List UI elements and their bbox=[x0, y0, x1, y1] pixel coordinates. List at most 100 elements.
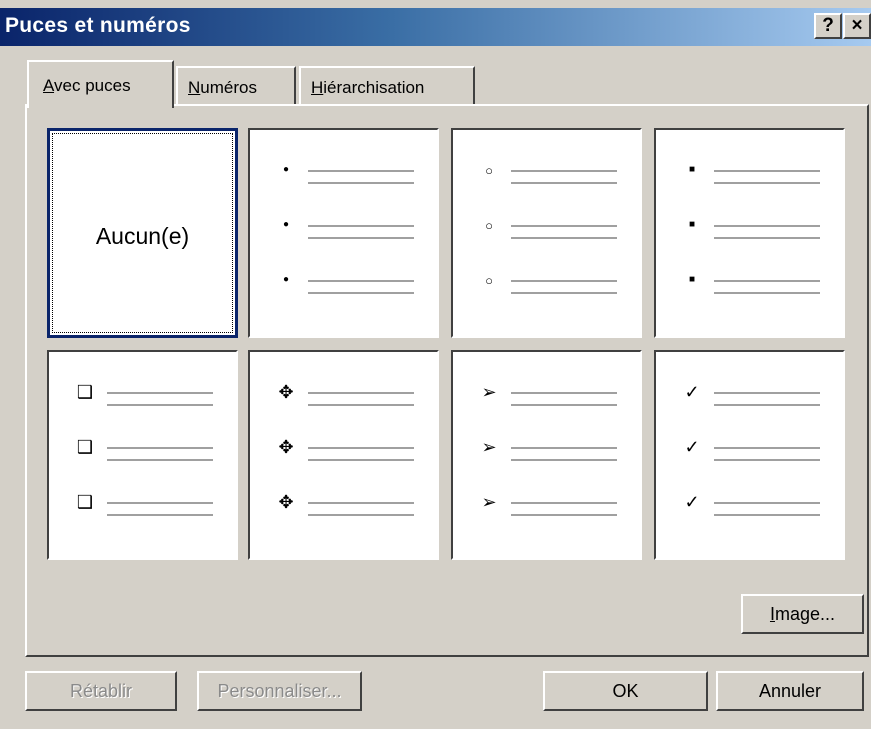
tab-hierarchisation[interactable]: Hiérarchisation bbox=[299, 66, 475, 104]
bullet-glyph-icon: ○ bbox=[485, 217, 493, 233]
preview-line bbox=[714, 459, 820, 461]
preview-line bbox=[308, 447, 414, 449]
bullet-glyph-icon: ✓ bbox=[684, 437, 700, 457]
preview-line bbox=[714, 237, 820, 239]
preview-row: ■ bbox=[656, 270, 843, 310]
tab-access-key: A bbox=[43, 76, 55, 95]
help-button[interactable]: ? bbox=[814, 13, 842, 39]
preview-row: ○ bbox=[453, 270, 640, 310]
bullet-glyph-icon: ○ bbox=[485, 272, 493, 288]
preview-line bbox=[511, 182, 617, 184]
ok-button[interactable]: OK bbox=[543, 671, 708, 711]
preview-line bbox=[511, 514, 617, 516]
preview-line bbox=[511, 237, 617, 239]
preview-line bbox=[308, 225, 414, 227]
bullet-style-round[interactable]: ● ● ● bbox=[248, 128, 439, 338]
button-label: mage... bbox=[774, 604, 836, 624]
bullet-style-circle[interactable]: ○ ○ ○ bbox=[451, 128, 642, 338]
preview-line bbox=[107, 502, 213, 504]
bullet-style-square[interactable]: ■ ■ ■ bbox=[654, 128, 845, 338]
preview-row: ➢ bbox=[453, 382, 640, 422]
preview-line bbox=[308, 170, 414, 172]
bullet-style-diamonds[interactable]: ✥ ✥ ✥ bbox=[248, 350, 439, 560]
reset-button[interactable]: Rétablir bbox=[25, 671, 177, 711]
preview-row: ❑ bbox=[49, 382, 236, 422]
bullet-glyph-icon: ● bbox=[282, 219, 290, 230]
preview-line bbox=[714, 392, 820, 394]
preview-line bbox=[308, 182, 414, 184]
bullet-glyph-icon: ■ bbox=[688, 274, 696, 285]
tab-label: vec puces bbox=[54, 76, 131, 95]
preview-row: ■ bbox=[656, 215, 843, 255]
bullet-glyph-icon: ➢ bbox=[481, 437, 497, 457]
preview-line bbox=[308, 392, 414, 394]
bullet-style-check[interactable]: ✓ ✓ ✓ bbox=[654, 350, 845, 560]
preview-line bbox=[511, 459, 617, 461]
bullet-glyph-icon: ■ bbox=[688, 219, 696, 230]
preview-line bbox=[511, 280, 617, 282]
preview-line bbox=[714, 182, 820, 184]
preview-row: ➢ bbox=[453, 492, 640, 532]
bullet-glyph-icon: ❑ bbox=[76, 492, 94, 512]
customize-button[interactable]: Personnaliser... bbox=[197, 671, 362, 711]
preview-row: ❑ bbox=[49, 492, 236, 532]
preview-line bbox=[107, 447, 213, 449]
tab-label: iérarchisation bbox=[323, 78, 425, 97]
bullet-glyph-icon: ❑ bbox=[76, 437, 94, 457]
bullet-glyph-icon: ○ bbox=[485, 162, 493, 178]
preview-row: ○ bbox=[453, 160, 640, 200]
bullet-glyph-icon: ❑ bbox=[76, 382, 94, 402]
preview-row: ✥ bbox=[250, 492, 437, 532]
preview-line bbox=[714, 170, 820, 172]
preview-line bbox=[511, 404, 617, 406]
bullet-style-arrow[interactable]: ➢ ➢ ➢ bbox=[451, 350, 642, 560]
preview-row: ● bbox=[250, 215, 437, 255]
bullet-glyph-icon: ✓ bbox=[684, 492, 700, 512]
preview-line bbox=[511, 392, 617, 394]
preview-row: ➢ bbox=[453, 437, 640, 477]
preview-line bbox=[308, 237, 414, 239]
window-title: Puces et numéros bbox=[5, 14, 191, 37]
preview-line bbox=[714, 447, 820, 449]
preview-line bbox=[308, 459, 414, 461]
preview-row: ✓ bbox=[656, 437, 843, 477]
cancel-button[interactable]: Annuler bbox=[716, 671, 864, 711]
preview-line bbox=[308, 514, 414, 516]
tab-numeros[interactable]: Numéros bbox=[176, 66, 296, 104]
tab-label: uméros bbox=[200, 78, 257, 97]
title-bar: Puces et numéros ? × bbox=[0, 8, 871, 46]
preview-row: ✓ bbox=[656, 382, 843, 422]
preview-line bbox=[107, 514, 213, 516]
preview-line bbox=[714, 280, 820, 282]
close-button[interactable]: × bbox=[843, 13, 871, 39]
preview-line bbox=[511, 225, 617, 227]
preview-row: ■ bbox=[656, 160, 843, 200]
preview-row: ○ bbox=[453, 215, 640, 255]
preview-line bbox=[511, 170, 617, 172]
preview-line bbox=[107, 459, 213, 461]
none-label: Aucun(e) bbox=[95, 223, 190, 249]
preview-line bbox=[714, 225, 820, 227]
preview-row: ● bbox=[250, 160, 437, 200]
image-button[interactable]: Image... bbox=[741, 594, 864, 634]
preview-line bbox=[714, 404, 820, 406]
preview-line bbox=[714, 292, 820, 294]
preview-row: ❑ bbox=[49, 437, 236, 477]
bullet-glyph-icon: ● bbox=[282, 164, 290, 175]
bullet-glyph-icon: ➢ bbox=[481, 382, 497, 402]
bullet-glyph-icon: ✥ bbox=[278, 492, 294, 512]
preview-line bbox=[308, 502, 414, 504]
bullet-style-box[interactable]: ❑ ❑ ❑ bbox=[47, 350, 238, 560]
tab-avec-puces[interactable]: Avec puces bbox=[27, 60, 174, 108]
preview-row: ✥ bbox=[250, 382, 437, 422]
preview-line bbox=[308, 404, 414, 406]
preview-line bbox=[107, 404, 213, 406]
preview-line bbox=[107, 392, 213, 394]
preview-line bbox=[511, 292, 617, 294]
bullet-style-none[interactable]: Aucun(e) bbox=[47, 128, 238, 338]
preview-row: ✥ bbox=[250, 437, 437, 477]
bullet-glyph-icon: ✓ bbox=[684, 382, 700, 402]
bullet-glyph-icon: ➢ bbox=[481, 492, 497, 512]
preview-line bbox=[511, 447, 617, 449]
preview-line bbox=[714, 502, 820, 504]
